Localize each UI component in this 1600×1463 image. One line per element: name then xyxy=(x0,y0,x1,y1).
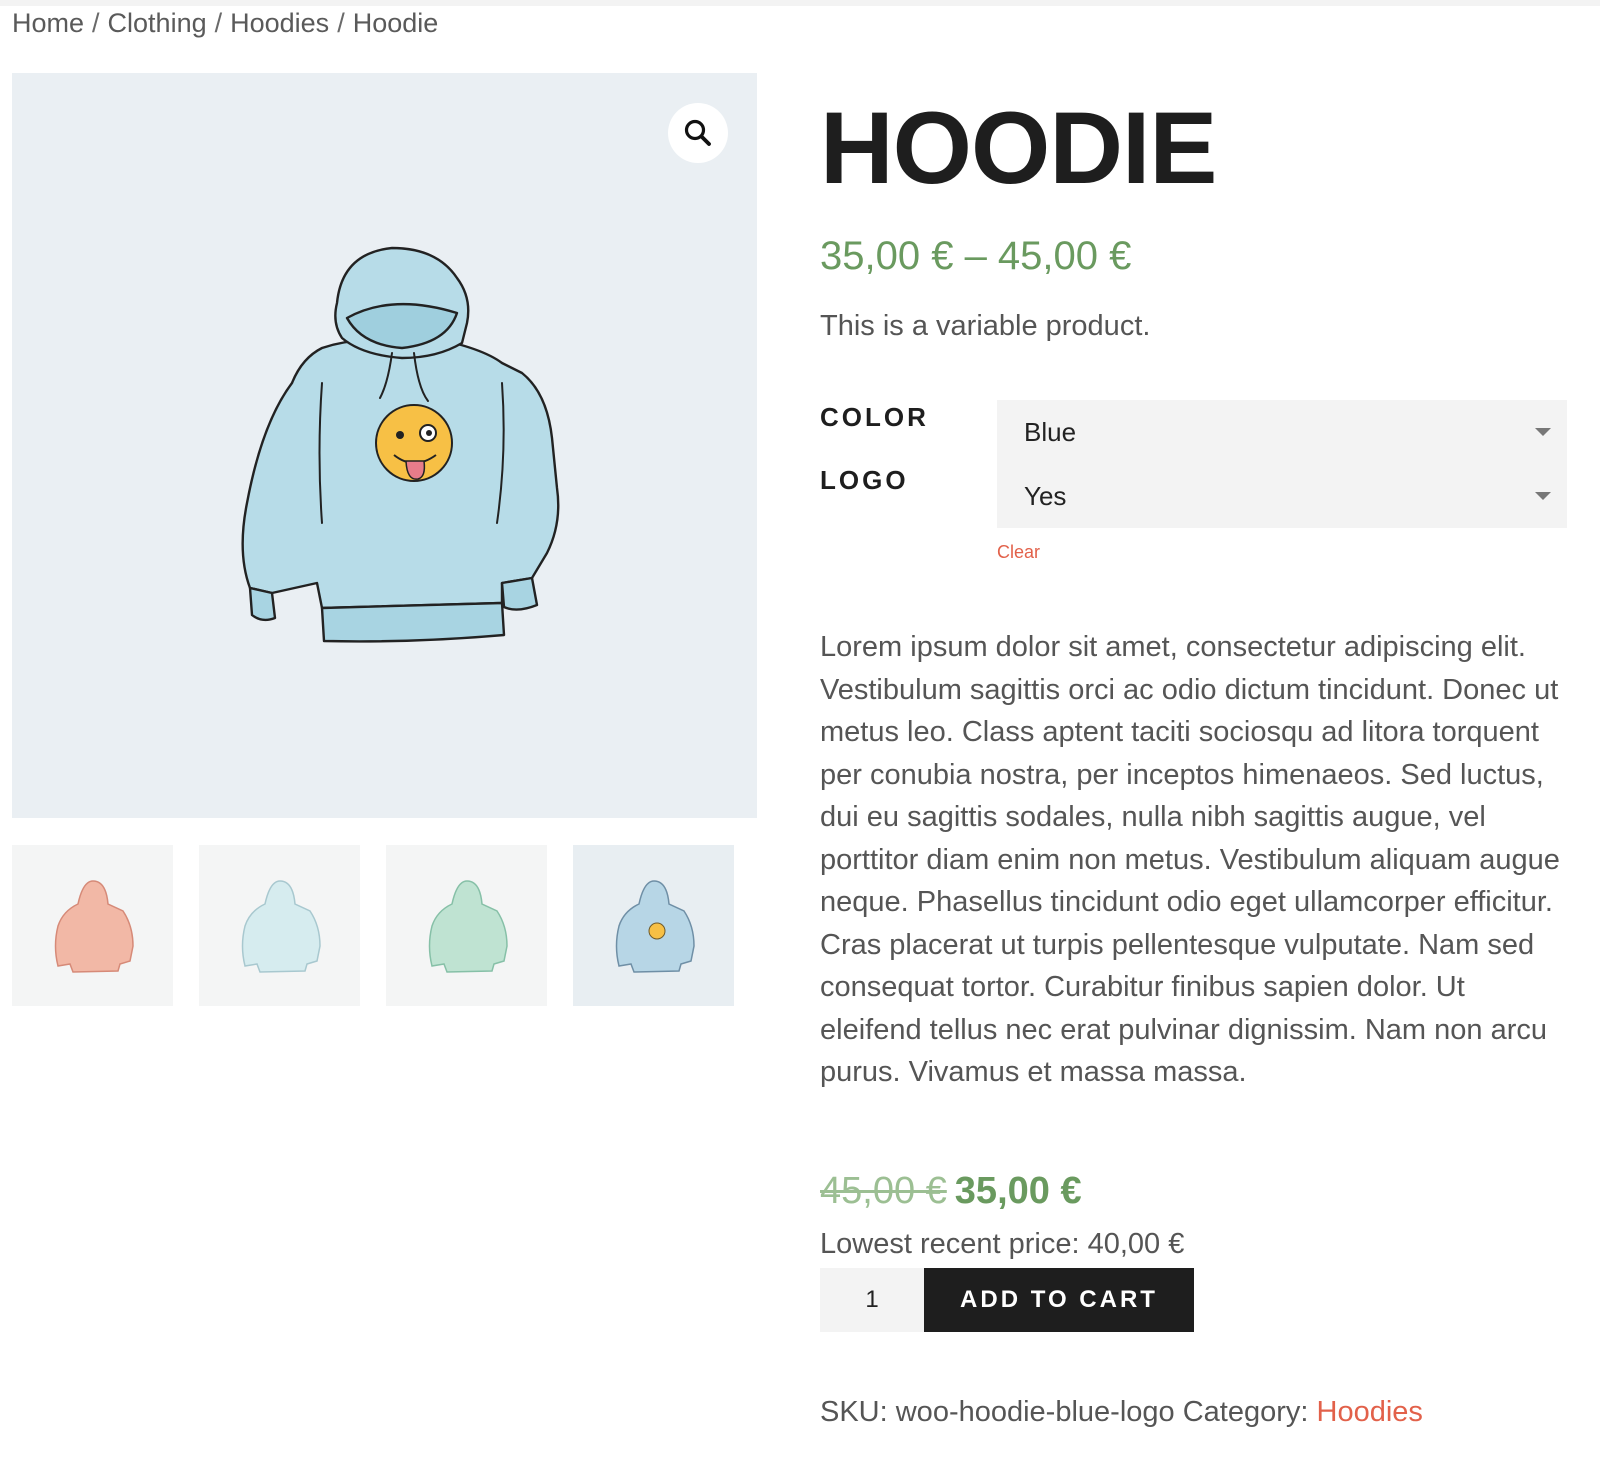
top-bar xyxy=(0,0,1600,6)
old-price: 45,00 € xyxy=(820,1170,947,1212)
logo-select-value: Yes xyxy=(1024,480,1067,511)
breadcrumb-separator: / xyxy=(214,8,223,38)
color-select-value: Blue xyxy=(1024,416,1077,447)
logo-select[interactable]: Yes xyxy=(997,464,1567,528)
color-label: COLOR xyxy=(820,402,929,432)
chevron-down-icon xyxy=(1535,428,1551,436)
quantity-input[interactable]: 1 xyxy=(820,1268,924,1332)
breadcrumb-current: Hoodie xyxy=(352,8,439,38)
thumbnail-green-hoodie[interactable] xyxy=(386,845,547,1006)
category-link-hoodies[interactable]: Hoodies xyxy=(1317,1396,1423,1428)
product-meta: SKU: woo-hoodie-blue-logo Category: Hood… xyxy=(820,1396,1423,1429)
zoom-button[interactable] xyxy=(668,103,728,163)
breadcrumb-separator: / xyxy=(337,8,345,38)
clear-variations-link[interactable]: Clear xyxy=(997,542,1040,563)
thumbnail-strip xyxy=(12,845,757,1006)
price-range: 35,00 € – 45,00 € xyxy=(820,234,1132,278)
magnifier-icon xyxy=(684,119,711,146)
breadcrumb-clothing[interactable]: Clothing xyxy=(108,8,207,38)
lowest-recent-price: Lowest recent price: 40,00 € xyxy=(820,1228,1185,1260)
hoodie-thumbnail-icon xyxy=(615,879,695,973)
sku-text: SKU: woo-hoodie-blue-logo Category: xyxy=(820,1396,1317,1428)
variation-price: 45,00 €35,00 € xyxy=(820,1170,1082,1213)
thumbnail-blue-logo-hoodie[interactable] xyxy=(573,845,734,1006)
logo-label: LOGO xyxy=(820,465,909,495)
hoodie-thumbnail-icon xyxy=(54,879,134,973)
product-main-image[interactable] xyxy=(12,73,757,818)
breadcrumb-separator: / xyxy=(92,8,100,38)
product-description: Lorem ipsum dolor sit amet, consectetur … xyxy=(820,631,1560,1088)
hoodie-thumbnail-icon xyxy=(241,879,321,973)
hoodie-thumbnail-icon xyxy=(428,879,508,973)
color-select[interactable]: Blue xyxy=(997,400,1567,464)
breadcrumb-home[interactable]: Home xyxy=(12,8,84,38)
thumbnail-light-blue-hoodie[interactable] xyxy=(199,845,360,1006)
breadcrumb: Home / Clothing / Hoodies / Hoodie xyxy=(12,8,438,39)
short-description: This is a variable product. xyxy=(820,310,1151,342)
add-to-cart-button[interactable]: ADD TO CART xyxy=(924,1268,1194,1332)
product-title: HOODIE xyxy=(820,91,1217,205)
thumbnail-pink-hoodie[interactable] xyxy=(12,845,173,1006)
sale-price: 35,00 € xyxy=(954,1170,1082,1212)
chevron-down-icon xyxy=(1535,492,1551,500)
hoodie-illustration xyxy=(241,246,560,643)
breadcrumb-hoodies[interactable]: Hoodies xyxy=(230,8,329,38)
